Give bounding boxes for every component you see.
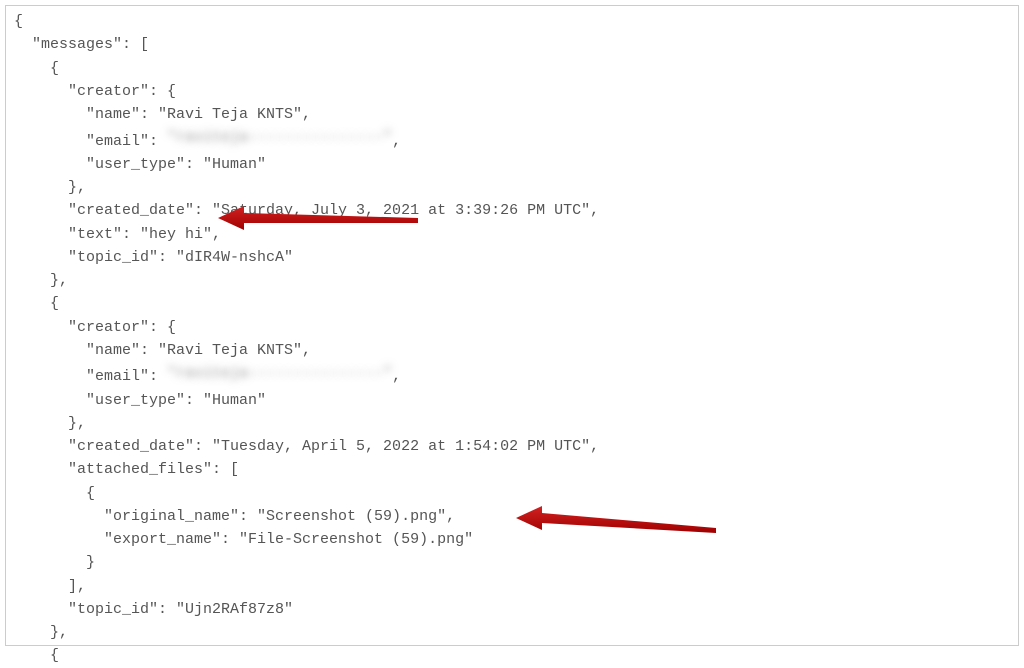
json-line: "attached_files": [ bbox=[14, 461, 239, 478]
json-line: "export_name": "File-Screenshot (59).png… bbox=[14, 531, 473, 548]
json-line: }, bbox=[14, 179, 86, 196]
json-line: }, bbox=[14, 272, 68, 289]
json-line: { bbox=[14, 647, 59, 664]
json-line: }, bbox=[14, 624, 68, 641]
redacted-email: "raviteja---------------" bbox=[167, 362, 392, 385]
json-line: "name": "Ravi Teja KNTS", bbox=[14, 106, 311, 123]
json-line: { bbox=[14, 485, 95, 502]
json-output: { "messages": [ { "creator": { "name": "… bbox=[14, 10, 1010, 668]
json-line: "creator": { bbox=[14, 319, 176, 336]
json-line: { bbox=[14, 295, 59, 312]
json-line: } bbox=[14, 554, 95, 571]
json-line: "topic_id": "dIR4W-nshcA" bbox=[14, 249, 293, 266]
json-line: "created_date": "Saturday, July 3, 2021 … bbox=[14, 202, 599, 219]
json-line: "created_date": "Tuesday, April 5, 2022 … bbox=[14, 438, 599, 455]
json-line: "original_name": "Screenshot (59).png", bbox=[14, 508, 455, 525]
redacted-email: "raviteja---------------" bbox=[167, 126, 392, 149]
json-line: "email": "raviteja---------------", bbox=[14, 368, 401, 385]
json-line: }, bbox=[14, 415, 86, 432]
json-line: "email": "raviteja---------------", bbox=[14, 133, 401, 150]
json-line: "name": "Ravi Teja KNTS", bbox=[14, 342, 311, 359]
json-line: "topic_id": "Ujn2RAf87z8" bbox=[14, 601, 293, 618]
json-line: "messages": [ bbox=[14, 36, 149, 53]
json-line: "user_type": "Human" bbox=[14, 392, 266, 409]
code-viewer: { "messages": [ { "creator": { "name": "… bbox=[5, 5, 1019, 646]
json-line: "user_type": "Human" bbox=[14, 156, 266, 173]
json-line: "text": "hey hi", bbox=[14, 226, 221, 243]
json-line: { bbox=[14, 13, 23, 30]
json-line: ], bbox=[14, 578, 86, 595]
json-line: "creator": { bbox=[14, 83, 176, 100]
json-line: { bbox=[14, 60, 59, 77]
